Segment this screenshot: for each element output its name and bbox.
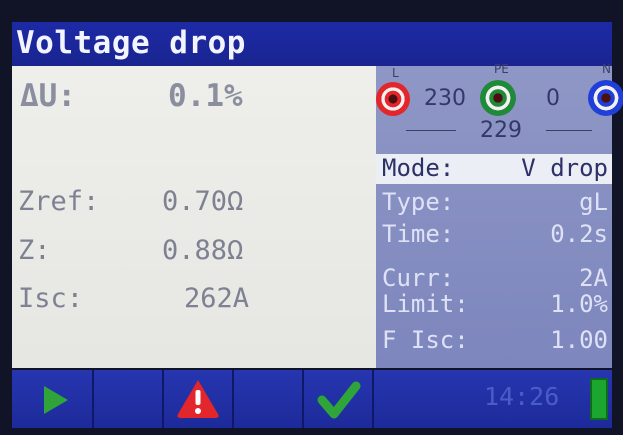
param-label: Type: <box>382 188 455 216</box>
terminal-l-letter: L <box>392 66 399 80</box>
parameter-list: Mode: V drop Type: gL Time: 0.2s Curr: 2… <box>376 154 612 368</box>
battery-icon <box>590 378 608 420</box>
voltage-l-n: 229 <box>480 118 522 143</box>
delta-u-value: 0.1% <box>168 78 243 114</box>
screen-title: Voltage drop <box>16 25 246 61</box>
isc-label: Isc: <box>18 283 84 314</box>
param-label: Mode: <box>382 154 455 182</box>
zref-value: 0.70Ω <box>162 186 244 217</box>
z-value: 0.88Ω <box>162 235 244 266</box>
divider-line <box>546 130 592 131</box>
terminal-n-icon <box>588 80 623 116</box>
softkey-bar: 14:26 <box>12 370 612 428</box>
param-label: Curr: <box>382 264 455 292</box>
softkey-warning[interactable] <box>164 370 234 428</box>
terminal-pe-icon <box>480 80 516 116</box>
terminal-l-icon <box>376 82 410 116</box>
z-label: Z: <box>18 235 51 266</box>
param-value: 2A <box>579 264 608 292</box>
results-panel: ΔU: 0.1% Zref: 0.70Ω Z: 0.88Ω Isc: 262A <box>12 66 376 368</box>
param-label: Limit: <box>382 290 469 318</box>
param-label: F Isc: <box>382 326 469 354</box>
play-icon <box>44 386 68 414</box>
isc-value: 262A <box>184 283 250 314</box>
param-value: gL <box>579 188 608 216</box>
title-bar: Voltage drop <box>12 22 612 66</box>
param-value: 0.2s <box>550 220 608 248</box>
param-value: 1.00 <box>550 326 608 354</box>
delta-u-label: ΔU: <box>20 78 76 114</box>
device-screen: Voltage drop ΔU: 0.1% Zref: 0.70Ω Z: 0.8… <box>0 0 623 435</box>
softkey-empty[interactable] <box>94 370 164 428</box>
voltage-pe-n: 0 <box>546 86 560 111</box>
softkey-confirm[interactable] <box>304 370 374 428</box>
param-row-mode[interactable]: Mode: V drop <box>376 154 612 184</box>
softkey-start[interactable] <box>12 370 94 428</box>
param-value: V drop <box>521 154 608 182</box>
param-row-type[interactable]: Type: gL <box>376 188 612 218</box>
right-panel: L PE N 230 0 229 Mode: V drop Type: gL T… <box>376 62 623 368</box>
check-icon <box>317 381 361 419</box>
divider-line <box>406 130 456 131</box>
param-row-time[interactable]: Time: 0.2s <box>376 220 612 250</box>
terminal-n-letter: N <box>602 62 611 76</box>
softkey-empty[interactable] <box>234 370 304 428</box>
terminal-status: L PE N 230 0 229 <box>376 62 623 152</box>
param-value: 1.0% <box>550 290 608 318</box>
param-row-f-isc[interactable]: F Isc: 1.00 <box>376 326 612 356</box>
warning-icon <box>177 380 219 418</box>
voltage-l-pe: 230 <box>424 86 466 111</box>
param-row-limit[interactable]: Limit: 1.0% <box>376 290 612 320</box>
zref-label: Zref: <box>18 186 100 217</box>
param-label: Time: <box>382 220 455 248</box>
clock: 14:26 <box>484 382 560 411</box>
terminal-pe-letter: PE <box>494 62 509 76</box>
